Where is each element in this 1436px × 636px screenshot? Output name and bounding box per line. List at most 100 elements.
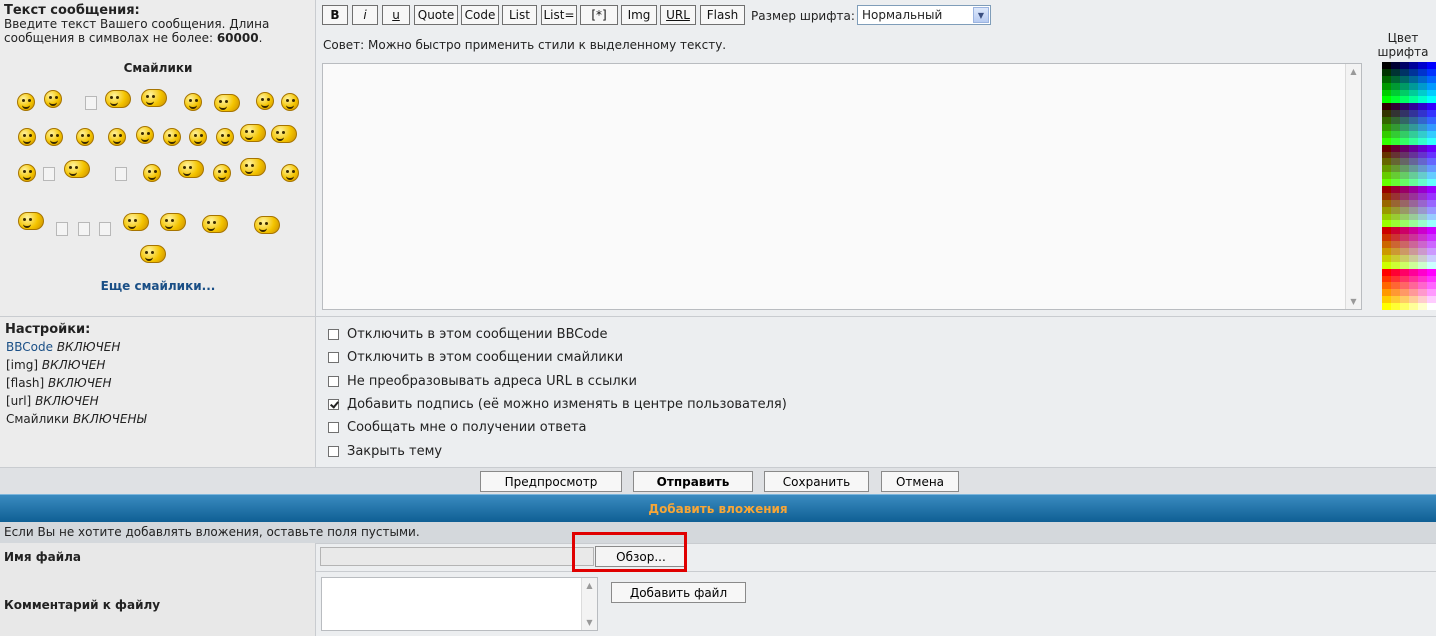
list-button[interactable]: List <box>502 5 537 25</box>
comment-scrollbar[interactable]: ▲ ▼ <box>581 578 597 630</box>
preview-button[interactable]: Предпросмотр <box>480 471 622 492</box>
cancel-button[interactable]: Отмена <box>881 471 959 492</box>
smiley-icon[interactable] <box>18 128 36 146</box>
flash-setting-label: [flash] <box>6 376 45 390</box>
smiley-icon[interactable] <box>17 93 35 111</box>
message-title: Текст сообщения: <box>4 3 140 18</box>
chevron-down-icon[interactable]: ▼ <box>973 7 989 23</box>
message-label-cell <box>0 0 316 317</box>
ordered-list-button[interactable]: List= <box>541 5 577 25</box>
checkbox-checked[interactable] <box>328 399 339 410</box>
smiley-icon[interactable] <box>240 158 266 176</box>
more-smilies-link[interactable]: Еще смайлики... <box>0 279 316 293</box>
list-item-button[interactable]: [*] <box>580 5 618 25</box>
smiley-icon[interactable] <box>140 245 166 263</box>
smiley-placeholder-icon[interactable] <box>78 222 90 236</box>
attachments-header: Добавить вложения <box>0 494 1436 522</box>
smiley-icon[interactable] <box>213 164 231 182</box>
img-setting-label: [img] <box>6 358 39 372</box>
smiley-icon[interactable] <box>254 216 280 234</box>
checkbox[interactable] <box>328 422 339 433</box>
img-button[interactable]: Img <box>621 5 657 25</box>
smiley-icon[interactable] <box>184 93 202 111</box>
color-swatch[interactable] <box>1391 303 1400 311</box>
message-description-end: . <box>258 31 263 45</box>
smilies-state: ВКЛЮЧЕНЫ <box>72 412 147 426</box>
message-textarea[interactable]: ▲ ▼ <box>322 63 1362 310</box>
option-label: Отключить в этом сообщении BBCode <box>347 327 608 342</box>
file-path-input[interactable] <box>320 547 594 566</box>
checkbox[interactable] <box>328 446 339 457</box>
option-no-url-parse[interactable]: Не преобразовывать адреса URL в ссылки <box>328 374 637 389</box>
color-swatch[interactable] <box>1409 303 1418 311</box>
smiley-icon[interactable] <box>216 128 234 146</box>
color-swatch[interactable] <box>1427 303 1436 311</box>
smiley-icon[interactable] <box>143 164 161 182</box>
smiley-icon[interactable] <box>189 128 207 146</box>
font-size-label: Размер шрифта: <box>751 9 855 23</box>
smiley-icon[interactable] <box>18 164 36 182</box>
checkbox[interactable] <box>328 329 339 340</box>
smiley-icon[interactable] <box>160 213 186 231</box>
bbcode-state: ВКЛЮЧЕН <box>56 340 121 354</box>
smiley-icon[interactable] <box>163 128 181 146</box>
smiley-icon[interactable] <box>18 212 44 230</box>
checkbox[interactable] <box>328 352 339 363</box>
smiley-placeholder-icon[interactable] <box>43 167 55 181</box>
color-swatch[interactable] <box>1418 303 1427 311</box>
smiley-icon[interactable] <box>214 94 240 112</box>
color-swatch[interactable] <box>1382 303 1391 311</box>
file-name-label: Имя файла <box>4 550 82 564</box>
option-disable-bbcode[interactable]: Отключить в этом сообщении BBCode <box>328 327 608 342</box>
smiley-icon[interactable] <box>281 93 299 111</box>
smiley-icon[interactable] <box>271 125 297 143</box>
smiley-placeholder-icon[interactable] <box>56 222 68 236</box>
option-lock-topic[interactable]: Закрыть тему <box>328 444 442 459</box>
save-button[interactable]: Сохранить <box>764 471 869 492</box>
option-add-signature[interactable]: Добавить подпись (её можно изменять в це… <box>328 397 787 412</box>
smiley-icon[interactable] <box>141 89 167 107</box>
smiley-icon[interactable] <box>256 92 274 110</box>
file-comment-label: Комментарий к файлу <box>4 598 161 612</box>
code-button[interactable]: Code <box>461 5 499 25</box>
smiley-icon[interactable] <box>240 124 266 142</box>
setting-bbcode: BBCode ВКЛЮЧЕН <box>6 340 120 354</box>
scroll-down-icon[interactable]: ▼ <box>582 615 597 630</box>
smiley-icon[interactable] <box>281 164 299 182</box>
option-label: Добавить подпись (её можно изменять в це… <box>347 397 787 412</box>
smiley-icon[interactable] <box>45 128 63 146</box>
url-button[interactable]: URL <box>660 5 696 25</box>
underline-button[interactable]: u <box>382 5 410 25</box>
color-palette[interactable] <box>1382 62 1436 311</box>
smiley-icon[interactable] <box>64 160 90 178</box>
smiley-icon[interactable] <box>44 90 62 108</box>
file-comment-textarea[interactable]: ▲ ▼ <box>321 577 598 631</box>
smiley-placeholder-icon[interactable] <box>85 96 97 110</box>
smiley-icon[interactable] <box>178 160 204 178</box>
flash-button[interactable]: Flash <box>700 5 745 25</box>
quote-button[interactable]: Quote <box>414 5 458 25</box>
add-file-button[interactable]: Добавить файл <box>611 582 746 603</box>
option-notify-reply[interactable]: Сообщать мне о получении ответа <box>328 420 587 435</box>
color-swatch[interactable] <box>1400 303 1409 311</box>
checkbox[interactable] <box>328 376 339 387</box>
smiley-icon[interactable] <box>108 128 126 146</box>
italic-button[interactable]: i <box>352 5 378 25</box>
send-button[interactable]: Отправить <box>633 471 753 492</box>
option-disable-smilies[interactable]: Отключить в этом сообщении смайлики <box>328 350 623 365</box>
smiley-placeholder-icon[interactable] <box>115 167 127 181</box>
smiley-icon[interactable] <box>202 215 228 233</box>
font-size-select[interactable]: Нормальный ▼ <box>857 5 991 25</box>
smiley-placeholder-icon[interactable] <box>99 222 111 236</box>
smiley-icon[interactable] <box>76 128 94 146</box>
scroll-down-icon[interactable]: ▼ <box>1346 294 1361 309</box>
smiley-icon[interactable] <box>123 213 149 231</box>
scroll-up-icon[interactable]: ▲ <box>582 578 597 593</box>
message-scrollbar[interactable]: ▲ ▼ <box>1345 64 1361 309</box>
bbcode-link[interactable]: BBCode <box>6 340 53 354</box>
smiley-icon[interactable] <box>105 90 131 108</box>
smiley-icon[interactable] <box>136 126 154 144</box>
bold-button[interactable]: B <box>322 5 348 25</box>
scroll-up-icon[interactable]: ▲ <box>1346 64 1361 79</box>
url-setting-label: [url] <box>6 394 32 408</box>
